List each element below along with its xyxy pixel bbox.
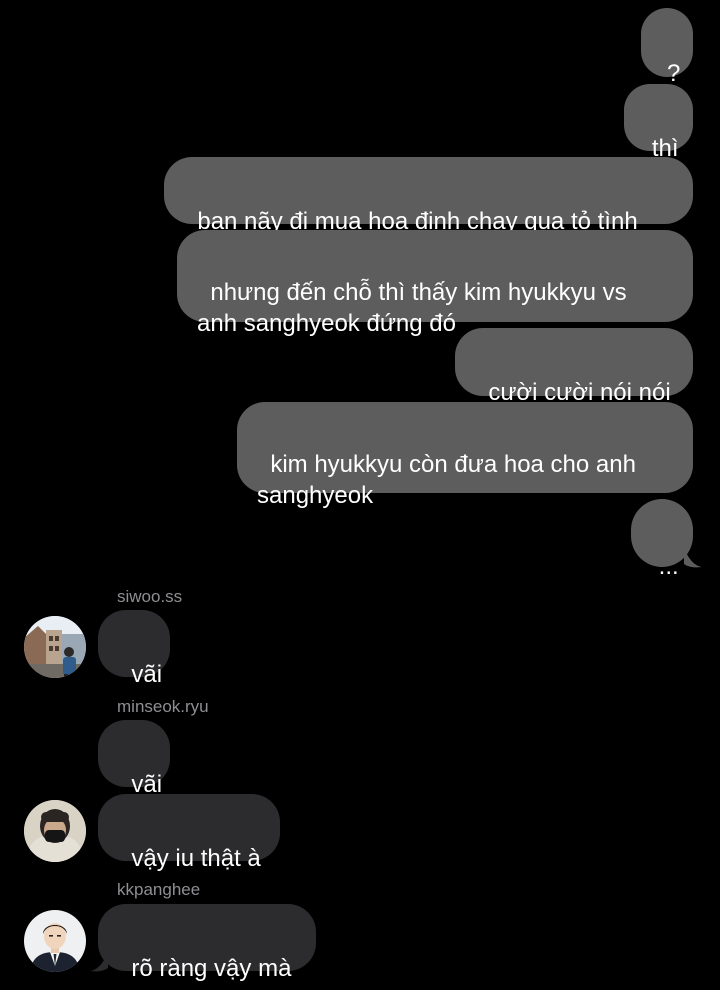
message-text: vậy iu thật à (131, 845, 261, 872)
sender-name: minseok.ryu (117, 697, 209, 716)
outgoing-message[interactable]: nhưng đến chỗ thì thấy kim hyukkyu vs an… (177, 230, 693, 337)
incoming-message[interactable]: vãi (98, 720, 170, 798)
incoming-message[interactable]: rõ ràng vậy mà (98, 904, 316, 982)
user-avatar[interactable] (24, 910, 86, 972)
outgoing-message[interactable]: cười cười nói nói (455, 328, 693, 406)
outgoing-message[interactable]: thì (624, 84, 693, 162)
incoming-message[interactable]: vậy iu thật à (98, 794, 280, 872)
user-avatar[interactable] (24, 800, 86, 862)
incoming-message[interactable]: vãi (98, 610, 170, 688)
message-text: kim hyukkyu còn đưa hoa cho anh sanghyeo… (257, 451, 643, 509)
message-text: rõ ràng vậy mà (131, 955, 292, 982)
bubble-tail (90, 952, 108, 972)
bubble-tail (684, 548, 702, 568)
outgoing-message[interactable]: ? (641, 8, 693, 87)
message-text: ... (658, 553, 679, 580)
outgoing-message[interactable]: ban nãy đi mua hoa định chạy qua tỏ tình (164, 157, 693, 235)
sender-name: siwoo.ss (117, 587, 183, 606)
message-text: vãi (131, 661, 163, 688)
sender-name: kkpanghee (117, 880, 201, 899)
message-text: ? (666, 60, 681, 87)
user-avatar[interactable] (24, 616, 86, 678)
outgoing-message[interactable]: kim hyukkyu còn đưa hoa cho anh sanghyeo… (237, 402, 693, 509)
